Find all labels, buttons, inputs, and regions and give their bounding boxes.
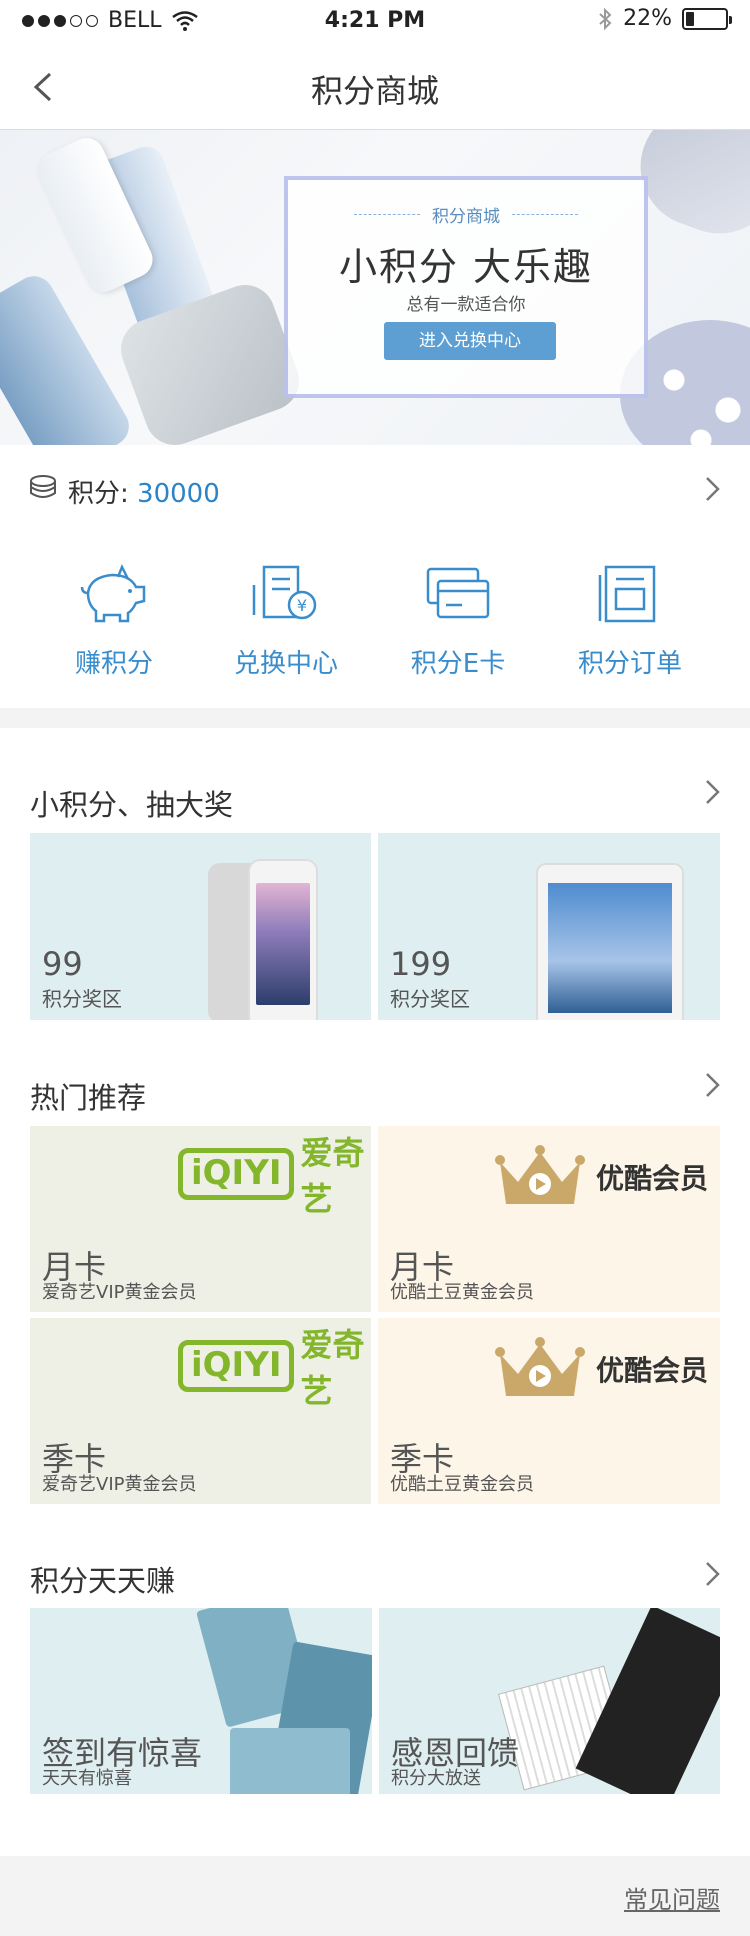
tile-title: 199 bbox=[390, 945, 452, 983]
youku-logo: 优酷会员 bbox=[494, 1142, 708, 1212]
iqiyi-logo-text: 爱奇艺 bbox=[300, 1134, 365, 1218]
chevron-right-icon[interactable] bbox=[702, 1560, 724, 1588]
chevron-right-icon[interactable] bbox=[702, 1071, 724, 1099]
section-header-earn[interactable]: 积分天天赚 bbox=[0, 1536, 750, 1612]
thanksgiving-tile[interactable]: 感恩回馈 积分大放送 bbox=[379, 1608, 720, 1794]
footer: 常见问题 bbox=[0, 1856, 750, 1936]
banner-frame: 积分商城 小积分 大乐趣 总有一款适合你 进入兑换中心 bbox=[284, 176, 648, 398]
points-balance-row[interactable]: 积分: 30000 bbox=[0, 445, 750, 533]
section-header-lottery[interactable]: 小积分、抽大奖 bbox=[0, 760, 750, 836]
youku-logo-text: 优酷会员 bbox=[596, 1354, 709, 1387]
tile-subtitle: 爱奇艺VIP黄金会员 bbox=[42, 1474, 197, 1495]
tile-subtitle: 积分奖区 bbox=[42, 987, 122, 1011]
faq-link[interactable]: 常见问题 bbox=[624, 1880, 720, 1915]
youku-quarterly-tile[interactable]: 优酷会员 季卡 优酷土豆黄金会员 bbox=[378, 1318, 720, 1504]
quick-action-label: 积分订单 bbox=[577, 649, 682, 679]
promo-banner[interactable]: 积分商城 小积分 大乐趣 总有一款适合你 进入兑换中心 bbox=[0, 130, 750, 445]
youku-logo: 优酷会员 bbox=[494, 1334, 708, 1404]
points-label-text: 积分: bbox=[68, 479, 138, 509]
exchange-center-icon: ¥ bbox=[252, 565, 317, 620]
battery-percent: 22% bbox=[623, 6, 672, 31]
quick-action-orders[interactable]: 积分订单 bbox=[544, 533, 716, 708]
e-card-icon bbox=[426, 567, 490, 619]
crown-icon bbox=[495, 1337, 585, 1396]
tile-title: 99 bbox=[42, 945, 83, 983]
banner-headline: 小积分 大乐趣 bbox=[338, 245, 594, 289]
iqiyi-quarterly-tile[interactable]: iQIYI 爱奇艺 季卡 爱奇艺VIP黄金会员 bbox=[30, 1318, 371, 1504]
order-list-icon bbox=[598, 565, 656, 623]
status-right: 22% bbox=[597, 6, 732, 31]
section-header-hot[interactable]: 热门推荐 bbox=[0, 1053, 750, 1129]
section-title: 热门推荐 bbox=[30, 1081, 147, 1115]
banner-decoration bbox=[0, 268, 137, 445]
quick-action-label: 兑换中心 bbox=[233, 649, 338, 679]
iqiyi-logo: iQIYI 爱奇艺 bbox=[178, 1326, 371, 1410]
bluetooth-icon bbox=[599, 7, 612, 30]
lottery-tile-199[interactable]: 199 积分奖区 bbox=[378, 833, 720, 1020]
tile-subtitle: 天天有惊喜 bbox=[42, 1768, 132, 1789]
quick-action-earn-points[interactable]: 赚积分 bbox=[28, 533, 200, 708]
banner-kicker-text: 积分商城 bbox=[432, 207, 500, 227]
navigation-bar: 积分商城 bbox=[0, 44, 750, 130]
piggy-bank-icon bbox=[80, 563, 146, 623]
iqiyi-logo-text: 爱奇艺 bbox=[300, 1326, 365, 1410]
banner-kicker: 积分商城 bbox=[288, 202, 644, 227]
tile-subtitle: 积分大放送 bbox=[391, 1768, 481, 1789]
exchange-center-button[interactable]: 进入兑换中心 bbox=[384, 322, 556, 360]
crown-icon bbox=[495, 1145, 585, 1204]
points-value: 30000 bbox=[137, 479, 220, 509]
tile-subtitle: 积分奖区 bbox=[390, 987, 470, 1011]
svg-text:¥: ¥ bbox=[297, 596, 307, 615]
sign-in-tile[interactable]: 签到有惊喜 天天有惊喜 bbox=[30, 1608, 372, 1794]
section-title: 小积分、抽大奖 bbox=[30, 788, 234, 822]
page-title: 积分商城 bbox=[310, 72, 439, 110]
lottery-tile-99[interactable]: 99 积分奖区 bbox=[30, 833, 371, 1020]
notebook-image bbox=[230, 1728, 350, 1794]
quick-action-label: 赚积分 bbox=[74, 649, 153, 679]
quick-action-label: 积分E卡 bbox=[410, 649, 506, 679]
iqiyi-logo-mark: iQIYI bbox=[178, 1340, 295, 1392]
iqiyi-monthly-tile[interactable]: iQIYI 爱奇艺 月卡 爱奇艺VIP黄金会员 bbox=[30, 1126, 371, 1312]
iqiyi-logo: iQIYI 爱奇艺 bbox=[178, 1134, 371, 1218]
battery-icon bbox=[682, 7, 732, 30]
section-divider bbox=[0, 708, 750, 728]
tile-subtitle: 优酷土豆黄金会员 bbox=[390, 1282, 534, 1303]
chevron-right-icon[interactable] bbox=[702, 475, 724, 503]
points-mall-page: BELL 4:21 PM 22% 积分商城 积分商城 小积分 大乐趣 总有一款适… bbox=[0, 0, 750, 1936]
points-label: 积分: 30000 bbox=[68, 473, 220, 510]
chevron-right-icon[interactable] bbox=[702, 778, 724, 806]
tile-subtitle: 爱奇艺VIP黄金会员 bbox=[42, 1282, 197, 1303]
status-bar: BELL 4:21 PM 22% bbox=[0, 0, 750, 44]
phone-image bbox=[248, 859, 318, 1020]
tile-subtitle: 优酷土豆黄金会员 bbox=[390, 1474, 534, 1495]
tablet-image bbox=[536, 863, 684, 1020]
section-title: 积分天天赚 bbox=[30, 1564, 176, 1598]
quick-action-e-card[interactable]: 积分E卡 bbox=[372, 533, 544, 708]
banner-subline: 总有一款适合你 bbox=[406, 295, 526, 315]
youku-monthly-tile[interactable]: 优酷会员 月卡 优酷土豆黄金会员 bbox=[378, 1126, 720, 1312]
coins-icon bbox=[30, 475, 56, 498]
quick-actions: 赚积分 ¥ 兑换中心 积分E卡 积分订单 bbox=[0, 533, 750, 708]
youku-logo-text: 优酷会员 bbox=[596, 1162, 709, 1195]
battery-fill bbox=[686, 11, 694, 26]
iqiyi-logo-mark: iQIYI bbox=[178, 1148, 295, 1200]
quick-action-exchange-center[interactable]: ¥ 兑换中心 bbox=[200, 533, 372, 708]
